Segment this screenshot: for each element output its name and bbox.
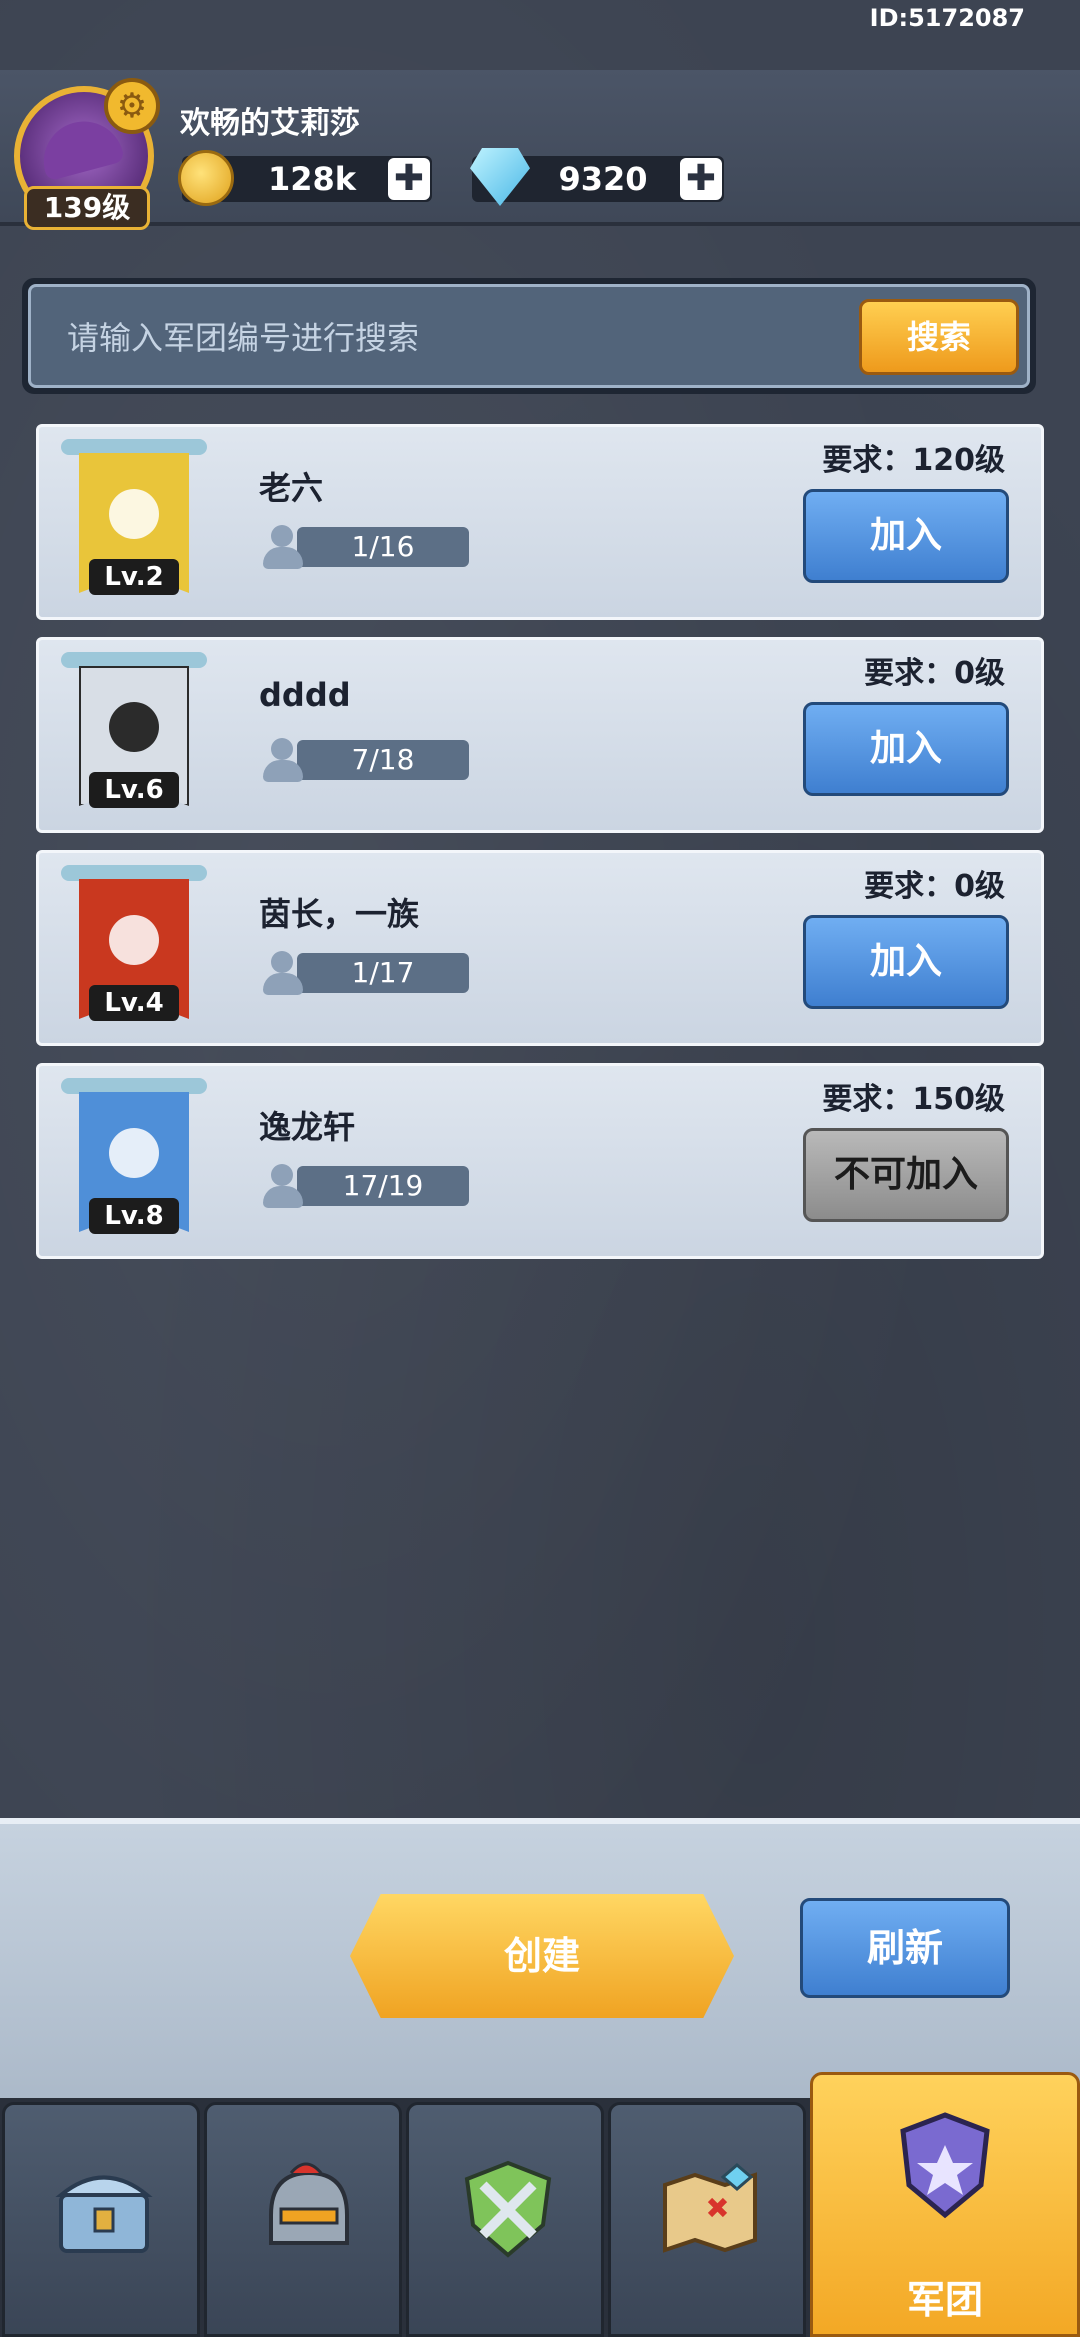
people-icon	[259, 525, 309, 569]
tab-guild-label: 军团	[906, 2278, 983, 2322]
tab-hero[interactable]	[204, 2102, 402, 2337]
member-count-value: 1/17	[297, 953, 469, 993]
guild-card: Lv.2 老六 1/16 要求：120级 加入	[36, 424, 1044, 620]
guild-card: Lv.8 逸龙轩 17/19 要求：150级 不可加入	[36, 1063, 1044, 1259]
refresh-button[interactable]: 刷新	[800, 1898, 1010, 1998]
member-count-value: 17/19	[297, 1166, 469, 1206]
guild-banner-icon: Lv.2	[61, 439, 207, 599]
guild-banner-icon: Lv.6	[61, 652, 207, 812]
cannot-join-button[interactable]: 不可加入	[803, 1128, 1009, 1222]
tab-guild[interactable]: 军团	[810, 2072, 1080, 2337]
banner-rod	[61, 865, 207, 881]
flame-icon	[109, 702, 159, 752]
guild-level: Lv.8	[89, 1198, 179, 1234]
gear-icon[interactable]: ⚙	[104, 78, 160, 134]
coin-counter: 128k ✚	[178, 150, 432, 206]
action-panel: 创建 刷新	[0, 1818, 1080, 2114]
guild-level: Lv.6	[89, 772, 179, 808]
tab-map[interactable]	[608, 2102, 806, 2337]
wings-icon	[109, 915, 159, 965]
player-level: 139级	[24, 186, 150, 230]
guild-level: Lv.2	[89, 559, 179, 595]
join-button[interactable]: 加入	[803, 489, 1009, 583]
crest-icon	[109, 1128, 159, 1178]
people-icon	[259, 951, 309, 995]
people-icon	[259, 1164, 309, 1208]
guild-name: 逸龙轩	[259, 1108, 356, 1146]
gem-counter: 9320 ✚	[470, 148, 724, 206]
add-gems-button[interactable]: ✚	[680, 158, 722, 200]
guild-name: 茵长，一族	[259, 895, 420, 933]
people-icon	[259, 738, 309, 782]
level-requirement: 要求：0级	[864, 869, 1005, 904]
gem-value: 9320	[558, 160, 648, 198]
guild-name: dddd	[259, 676, 351, 714]
tab-battle[interactable]	[406, 2102, 604, 2337]
emblem-icon	[109, 489, 159, 539]
member-count: 17/19	[259, 1164, 469, 1208]
username: 欢畅的艾莉莎	[180, 106, 360, 141]
member-count-value: 1/16	[297, 527, 469, 567]
member-count-value: 7/18	[297, 740, 469, 780]
guild-list: Lv.2 老六 1/16 要求：120级 加入 Lv.6 dddd 7/18 要…	[36, 424, 1044, 1276]
join-button[interactable]: 加入	[803, 915, 1009, 1009]
member-count: 1/16	[259, 525, 469, 569]
level-requirement: 要求：0级	[864, 656, 1005, 691]
user-id: ID:5172087	[869, 4, 1025, 32]
add-coins-button[interactable]: ✚	[388, 158, 430, 200]
banner-rod	[61, 652, 207, 668]
guild-banner-icon: Lv.4	[61, 865, 207, 1025]
level-requirement: 要求：120级	[822, 443, 1005, 478]
helmet-icon	[251, 2155, 361, 2265]
guild-card: Lv.4 茵长，一族 1/17 要求：0级 加入	[36, 850, 1044, 1046]
bottom-nav: 军团	[0, 2072, 1080, 2337]
join-button[interactable]: 加入	[803, 702, 1009, 796]
tab-chest[interactable]	[2, 2102, 200, 2337]
create-guild-button[interactable]: 创建	[350, 1894, 734, 2018]
banner-rod	[61, 439, 207, 455]
search-bar: 请输入军团编号进行搜索 搜索	[22, 278, 1036, 394]
member-count: 1/17	[259, 951, 469, 995]
member-count: 7/18	[259, 738, 469, 782]
guild-name: 老六	[259, 469, 324, 507]
coin-value: 128k	[267, 160, 357, 198]
level-requirement: 要求：150级	[822, 1082, 1005, 1117]
guild-card: Lv.6 dddd 7/18 要求：0级 加入	[36, 637, 1044, 833]
search-button[interactable]: 搜索	[859, 299, 1019, 375]
coin-icon	[178, 150, 234, 206]
guild-banner-icon: Lv.8	[61, 1078, 207, 1238]
chest-icon	[49, 2155, 159, 2265]
guild-shield-icon	[885, 2105, 995, 2219]
map-icon	[655, 2155, 765, 2265]
crossed-swords-icon	[453, 2155, 563, 2265]
banner-rod	[61, 1078, 207, 1094]
diamond-icon	[470, 148, 530, 206]
guild-level: Lv.4	[89, 985, 179, 1021]
top-bar: ⚙ 139级 欢畅的艾莉莎 128k ✚ 9320 ✚	[0, 70, 1080, 230]
search-input[interactable]: 请输入军团编号进行搜索	[67, 287, 419, 385]
search-field: 请输入军团编号进行搜索 搜索	[28, 284, 1030, 388]
